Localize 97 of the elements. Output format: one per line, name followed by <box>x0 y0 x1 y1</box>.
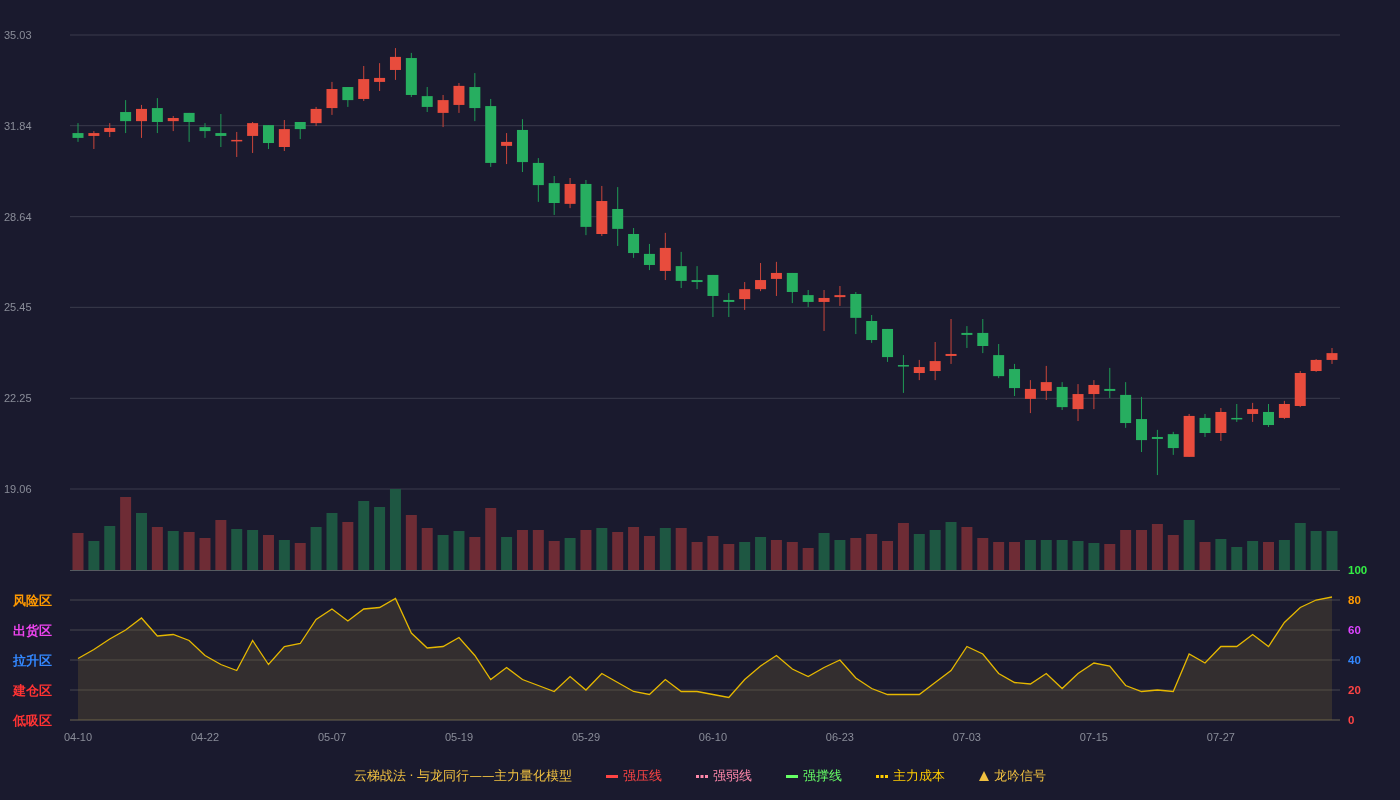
candlestick <box>88 130 100 150</box>
candlestick <box>945 318 957 365</box>
candlestick <box>421 86 433 113</box>
candlestick <box>723 292 735 318</box>
candlestick <box>755 262 767 292</box>
candlestick <box>961 325 973 349</box>
zone-label: 拉升区 <box>13 652 52 668</box>
candlestick <box>1104 367 1116 399</box>
candlestick <box>310 106 322 127</box>
y-axis-tick: 20 <box>1348 684 1361 696</box>
candlestick <box>1056 381 1068 411</box>
y-axis-tick: 40 <box>1348 654 1361 666</box>
candlestick <box>1072 383 1084 422</box>
candlestick <box>453 82 465 114</box>
candlestick <box>247 121 259 154</box>
candlestick <box>1040 365 1052 401</box>
x-axis-label: 07-15 <box>1079 731 1108 743</box>
candlestick <box>643 243 655 271</box>
candlestick <box>1215 407 1227 442</box>
candlestick <box>501 132 513 165</box>
candlestick <box>199 122 211 139</box>
candlestick <box>691 265 703 290</box>
candlestick <box>135 104 147 139</box>
candlestick <box>659 232 671 281</box>
y-axis-tick: 80 <box>1348 594 1361 606</box>
candlestick <box>929 341 941 381</box>
price-axis-label: 25.45 <box>4 301 32 314</box>
candlestick <box>675 251 687 289</box>
candlestick <box>612 186 624 247</box>
candlestick <box>1278 400 1290 420</box>
candlestick <box>1151 429 1163 476</box>
candlestick <box>786 272 798 304</box>
legend-label[interactable]: 强撑线 <box>803 767 843 785</box>
candlestick <box>897 354 909 394</box>
candlestick <box>1247 402 1259 423</box>
x-axis-label: 05-19 <box>444 731 474 743</box>
x-axis-label: 06-23 <box>825 731 854 743</box>
candlestick <box>1263 403 1275 428</box>
candlestick <box>437 94 449 128</box>
candlestick <box>72 122 84 143</box>
candlestick <box>739 281 751 311</box>
zone-label: 低吸区 <box>13 712 52 728</box>
candlestick <box>183 112 195 143</box>
candlestick <box>1088 379 1100 410</box>
candlestick <box>1199 413 1211 438</box>
candlestick <box>1326 347 1338 365</box>
price-axis-label: 35.03 <box>4 29 32 41</box>
candlestick <box>326 81 338 116</box>
candlestick <box>977 318 989 354</box>
candlestick <box>469 72 481 122</box>
candlestick <box>262 124 274 150</box>
candlestick <box>1009 363 1021 397</box>
legend-title: 云梯战法 · 与龙同行——主力量化模型 <box>353 767 573 785</box>
candlestick <box>770 261 782 297</box>
price-axis-label: 28.64 <box>4 210 32 223</box>
candlestick <box>628 227 640 259</box>
zone-label: 建仓区 <box>13 682 52 698</box>
y-axis-tick: 60 <box>1348 624 1361 636</box>
x-axis-label: 04-10 <box>63 731 93 743</box>
legend-label[interactable]: 强压线 <box>623 767 663 785</box>
x-axis-label: 04-22 <box>190 731 220 743</box>
candlestick <box>548 175 560 216</box>
legend-label[interactable]: 龙吟信号 <box>994 767 1047 785</box>
zone-label: 风险区 <box>13 592 52 608</box>
candlestick <box>850 291 862 335</box>
candlestick <box>1136 396 1148 453</box>
candlestick <box>913 359 925 381</box>
candlestick <box>1167 431 1179 456</box>
price-axis-label: 22.25 <box>4 392 32 405</box>
price-axis-label: 31.84 <box>4 119 32 132</box>
candlestick <box>866 314 878 344</box>
candlestick <box>120 99 132 134</box>
candlestick <box>389 47 401 81</box>
candlestick <box>707 274 719 318</box>
x-axis-label: 07-03 <box>952 731 981 743</box>
legend-label[interactable]: 主力成本 <box>893 767 946 785</box>
candlestick <box>342 86 354 108</box>
candlestick <box>151 97 163 134</box>
candlestick <box>278 119 290 152</box>
candlestick <box>215 113 227 148</box>
candlestick <box>834 285 846 307</box>
legend-label[interactable]: 强弱线 <box>713 767 753 785</box>
candlestick <box>993 343 1005 379</box>
candlestick <box>532 157 544 203</box>
candlestick <box>564 177 576 209</box>
x-axis-label: 05-07 <box>317 731 347 743</box>
x-axis-label: 06-10 <box>698 731 727 743</box>
candlestick <box>374 62 386 92</box>
candlestick <box>358 65 370 102</box>
y-axis-tick: 100 <box>1348 564 1368 576</box>
zone-label: 出货区 <box>13 622 52 638</box>
candlestick <box>1024 379 1036 414</box>
candlestick <box>818 289 830 332</box>
y-axis-tick: 0 <box>1348 714 1355 726</box>
price-axis-label: 19.06 <box>4 483 32 495</box>
x-axis-label: 07-27 <box>1206 731 1235 743</box>
x-axis-label: 05-29 <box>571 731 600 743</box>
